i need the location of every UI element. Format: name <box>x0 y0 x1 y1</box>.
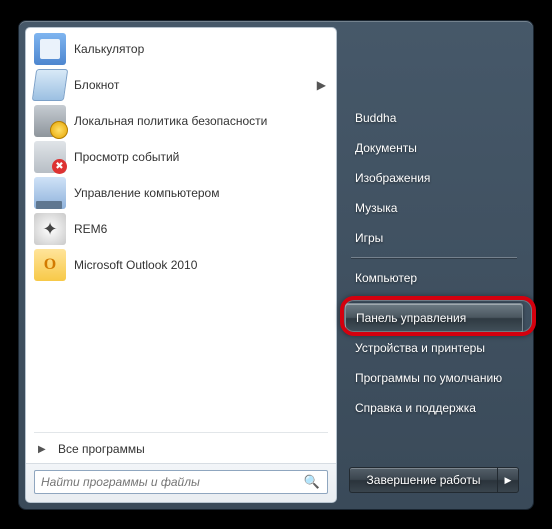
search-box[interactable]: 🔍 <box>34 470 328 494</box>
default-programs-link[interactable]: Программы по умолчанию <box>345 363 523 393</box>
link-label: Справка и поддержка <box>355 401 476 415</box>
rem6-icon <box>34 213 66 245</box>
link-label: Устройства и принтеры <box>355 341 485 355</box>
shutdown-button[interactable]: Завершение работы <box>349 467 497 493</box>
link-label: Музыка <box>355 201 397 215</box>
submenu-arrow-icon: ▶ <box>317 78 326 92</box>
program-label: Калькулятор <box>74 42 144 56</box>
recent-programs-list: Калькулятор Блокнот ▶ Локальная политика… <box>26 28 336 428</box>
start-menu: Калькулятор Блокнот ▶ Локальная политика… <box>18 20 534 510</box>
program-item-calculator[interactable]: Калькулятор <box>28 31 334 67</box>
program-item-outlook[interactable]: Microsoft Outlook 2010 <box>28 247 334 283</box>
start-menu-right-panel: Buddha Документы Изображения Музыка Игры… <box>337 27 527 503</box>
search-container: 🔍 <box>26 463 336 502</box>
music-link[interactable]: Музыка <box>345 193 523 223</box>
devices-and-printers-link[interactable]: Устройства и принтеры <box>345 333 523 363</box>
security-policy-icon <box>34 105 66 137</box>
program-item-rem6[interactable]: REM6 <box>28 211 334 247</box>
separator <box>34 432 328 433</box>
program-item-local-security-policy[interactable]: Локальная политика безопасности <box>28 103 334 139</box>
link-label: Документы <box>355 141 417 155</box>
program-item-notepad[interactable]: Блокнот ▶ <box>28 67 334 103</box>
link-label: Компьютер <box>355 271 417 285</box>
program-label: REM6 <box>74 222 107 236</box>
documents-link[interactable]: Документы <box>345 133 523 163</box>
program-label: Управление компьютером <box>74 186 219 200</box>
shutdown-options-button[interactable]: ▶ <box>497 467 519 493</box>
program-label: Microsoft Outlook 2010 <box>74 258 197 272</box>
help-and-support-link[interactable]: Справка и поддержка <box>345 393 523 423</box>
notepad-icon <box>34 69 66 101</box>
user-folder-link[interactable]: Buddha <box>345 103 523 133</box>
link-label: Панель управления <box>356 311 466 325</box>
program-label: Локальная политика безопасности <box>74 114 267 128</box>
all-programs-button[interactable]: ▶ Все программы <box>26 435 336 463</box>
program-label: Блокнот <box>74 78 119 92</box>
calculator-icon <box>34 33 66 65</box>
computer-management-icon <box>34 177 66 209</box>
program-item-event-viewer[interactable]: Просмотр событий <box>28 139 334 175</box>
user-name: Buddha <box>355 111 396 125</box>
computer-link[interactable]: Компьютер <box>345 263 523 293</box>
outlook-icon <box>34 249 66 281</box>
separator <box>351 257 517 259</box>
event-viewer-icon <box>34 141 66 173</box>
games-link[interactable]: Игры <box>345 223 523 253</box>
link-label: Изображения <box>355 171 430 185</box>
user-picture-placeholder <box>345 33 523 103</box>
chevron-right-icon: ▶ <box>505 475 512 486</box>
link-label: Программы по умолчанию <box>355 371 502 385</box>
shutdown-label: Завершение работы <box>367 473 481 487</box>
program-item-computer-management[interactable]: Управление компьютером <box>28 175 334 211</box>
program-label: Просмотр событий <box>74 150 179 164</box>
chevron-right-icon: ▶ <box>38 444 58 455</box>
search-input[interactable] <box>41 475 301 489</box>
control-panel-link[interactable]: Панель управления <box>345 303 523 333</box>
link-label: Игры <box>355 231 383 245</box>
pictures-link[interactable]: Изображения <box>345 163 523 193</box>
start-menu-left-panel: Калькулятор Блокнот ▶ Локальная политика… <box>25 27 337 503</box>
separator <box>351 297 517 299</box>
search-icon[interactable]: 🔍 <box>301 474 323 490</box>
all-programs-label: Все программы <box>58 442 145 456</box>
shutdown-row: Завершение работы ▶ <box>345 463 523 497</box>
